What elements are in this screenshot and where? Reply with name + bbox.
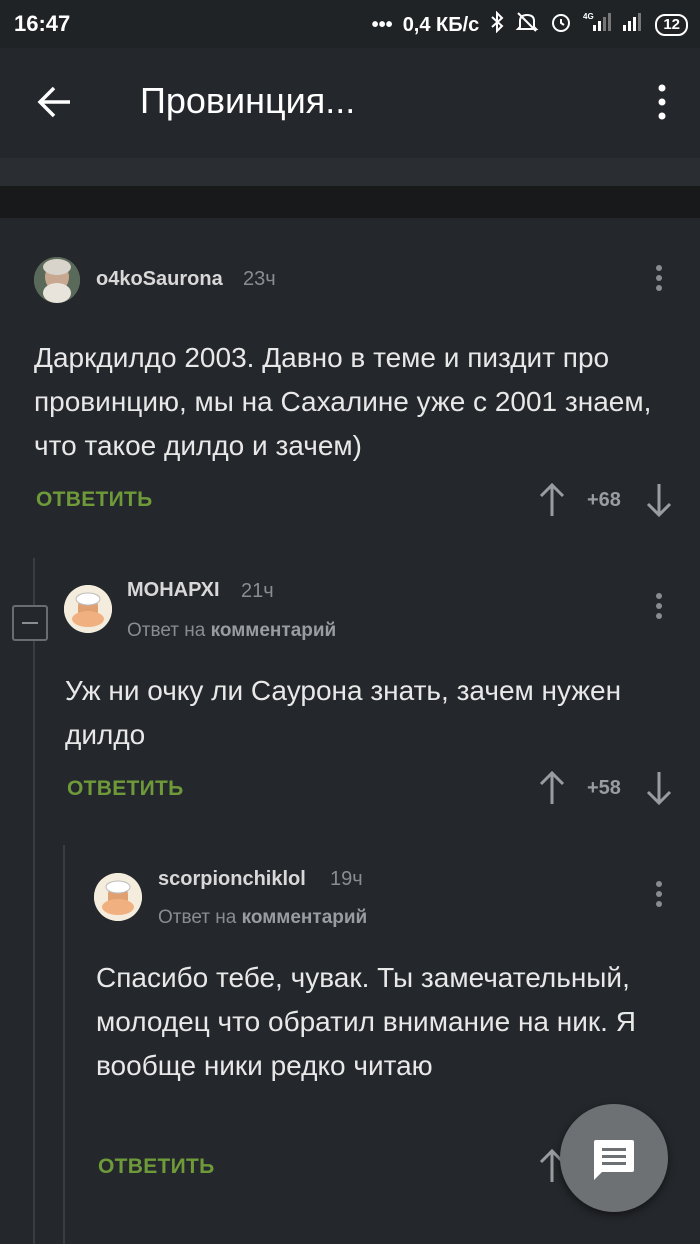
reply-to-prefix: Ответ на bbox=[158, 907, 237, 928]
comment-text: Уж ни очку ли Саурона знать, зачем нужен… bbox=[65, 675, 622, 750]
thread-line bbox=[63, 845, 65, 1244]
more-menu-button[interactable] bbox=[650, 82, 674, 122]
alarm-icon bbox=[549, 10, 573, 40]
signal-icon bbox=[621, 11, 645, 39]
svg-text:4G: 4G bbox=[583, 12, 594, 21]
comment-time: 19ч bbox=[330, 868, 363, 890]
avatar[interactable] bbox=[94, 873, 142, 921]
reply-to-link[interactable]: комментарий bbox=[242, 907, 368, 928]
avatar[interactable] bbox=[34, 257, 80, 303]
comment-text: Спасибо тебе, чувак. Ты замечательный, м… bbox=[96, 962, 636, 1081]
comment-menu-button[interactable] bbox=[654, 592, 664, 622]
battery-icon: 12 bbox=[655, 14, 688, 36]
vote-down-button[interactable] bbox=[645, 482, 673, 518]
reply-to-link[interactable]: комментарий bbox=[211, 620, 337, 641]
comment-icon bbox=[594, 1140, 634, 1180]
arrow-up-icon bbox=[539, 770, 565, 804]
reply-to-label: Ответ на комментарий bbox=[158, 907, 367, 929]
username[interactable]: МОНАРХI bbox=[127, 579, 220, 602]
page-title: Провинция... bbox=[140, 80, 356, 121]
thread-line bbox=[33, 558, 35, 1244]
username[interactable]: o4koSaurona bbox=[96, 268, 223, 291]
more-vertical-icon bbox=[658, 84, 666, 120]
more-vertical-icon bbox=[656, 881, 662, 907]
arrow-down-icon bbox=[646, 772, 672, 806]
more-vertical-icon bbox=[656, 265, 662, 291]
vote-up-button[interactable] bbox=[538, 482, 566, 518]
toolbar: Провинция... bbox=[0, 48, 700, 158]
arrow-down-icon bbox=[646, 484, 672, 518]
username[interactable]: scorpionchiklol bbox=[158, 868, 306, 891]
more-vertical-icon bbox=[656, 593, 662, 619]
signal-4g-icon: 4G bbox=[583, 11, 612, 39]
vote-up-button[interactable] bbox=[538, 770, 566, 806]
network-speed: 0,4 КБ/с bbox=[402, 13, 480, 36]
comment-time: 21ч bbox=[241, 580, 274, 602]
vote-down-button[interactable] bbox=[645, 770, 673, 806]
mute-icon bbox=[515, 11, 539, 39]
comment-score: +68 bbox=[587, 489, 621, 511]
comment-menu-button[interactable] bbox=[654, 880, 664, 910]
bluetooth-icon bbox=[489, 10, 505, 39]
comment-score: +58 bbox=[587, 777, 621, 799]
collapse-thread-button[interactable] bbox=[12, 605, 48, 641]
reply-to-prefix: Ответ на bbox=[127, 620, 206, 641]
add-comment-button[interactable] bbox=[560, 1104, 668, 1212]
arrow-left-icon bbox=[37, 86, 70, 118]
status-time: 16:47 bbox=[14, 11, 71, 36]
back-button[interactable] bbox=[34, 80, 78, 124]
reply-button[interactable]: ОТВЕТИТЬ bbox=[98, 1155, 215, 1179]
reply-to-label: Ответ на комментарий bbox=[127, 620, 336, 642]
toolbar-shadow bbox=[0, 158, 700, 186]
arrow-up-icon bbox=[539, 482, 565, 516]
status-bar: 16:47 ••• 0,4 КБ/с 4G 12 bbox=[0, 0, 700, 48]
section-divider bbox=[0, 186, 700, 218]
avatar[interactable] bbox=[64, 585, 112, 633]
comment-menu-button[interactable] bbox=[654, 264, 664, 294]
reply-button[interactable]: ОТВЕТИТЬ bbox=[36, 488, 153, 512]
comment-text: Даркдилдо 2003. Давно в теме и пиздит пр… bbox=[34, 342, 652, 461]
dots-icon: ••• bbox=[371, 13, 393, 36]
status-icons: ••• 0,4 КБ/с 4G 12 bbox=[372, 10, 688, 40]
reply-button[interactable]: ОТВЕТИТЬ bbox=[67, 777, 184, 801]
comment-time: 23ч bbox=[243, 268, 276, 290]
